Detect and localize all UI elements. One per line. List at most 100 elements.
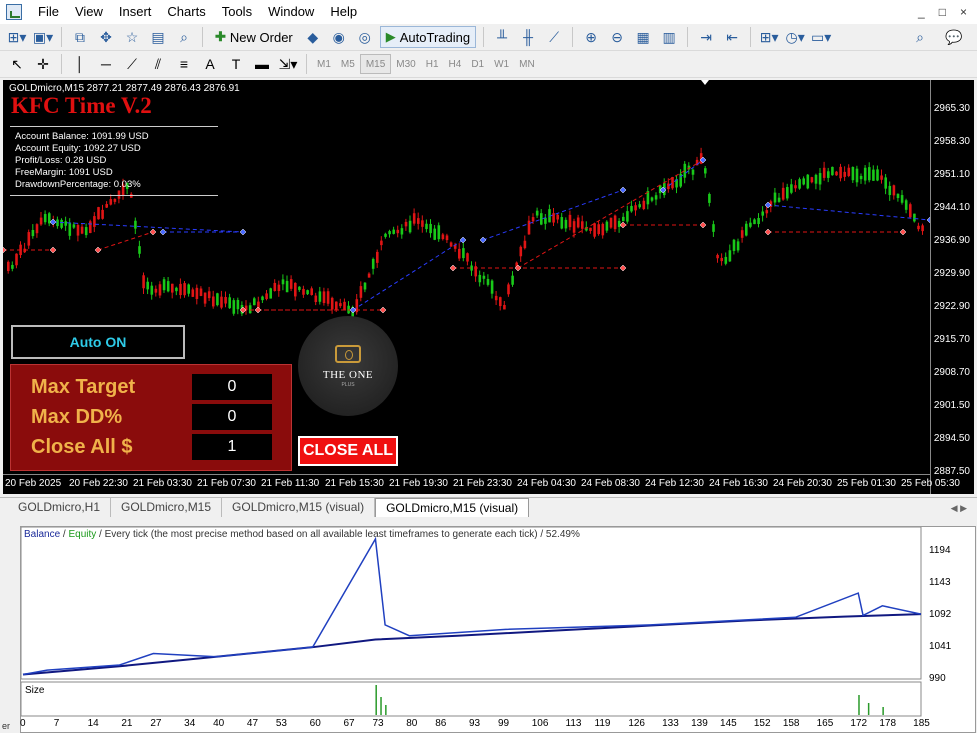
max-dd-input[interactable]: 0	[192, 404, 272, 430]
rectangle-icon[interactable]: ▬	[251, 53, 273, 75]
candle-body	[564, 219, 568, 229]
new-order-button[interactable]: ✚ New Order	[210, 26, 298, 48]
chart-shift-icon[interactable]: ⇤	[721, 26, 743, 48]
data-window-icon[interactable]: ▤	[147, 26, 169, 48]
size-bar	[375, 685, 377, 715]
tab-goldmicro-m15-visual[interactable]: GOLDmicro,M15 (visual)	[222, 498, 376, 517]
label-icon[interactable]: T	[225, 53, 247, 75]
shift-marker-icon[interactable]	[701, 80, 709, 85]
indicators-icon[interactable]: ⊞▾	[758, 26, 780, 48]
candle-body	[339, 303, 342, 307]
chat-icon[interactable]: 💬	[943, 26, 965, 48]
search-icon[interactable]: ⌕	[909, 26, 931, 48]
timeframe-h1[interactable]: H1	[421, 54, 444, 74]
candle-body	[220, 296, 223, 308]
cursor-icon[interactable]: ↖	[6, 53, 28, 75]
menu-file[interactable]: File	[30, 0, 67, 24]
vertical-line-icon[interactable]: │	[69, 53, 91, 75]
tab-goldmicro-h1[interactable]: GOLDmicro,H1	[8, 498, 112, 517]
market-watch-icon[interactable]: ⧉	[69, 26, 91, 48]
channel-icon[interactable]: ⫽	[147, 53, 169, 75]
candle-body	[11, 264, 14, 269]
profiles-icon[interactable]: ▣▾	[32, 26, 54, 48]
auto-scroll-icon[interactable]: ⇥	[695, 26, 717, 48]
close-window-button[interactable]: ×	[960, 5, 967, 19]
price-chart[interactable]: 2965.30 2958.30 2951.10 2944.10 2936.90 2929.…	[3, 80, 974, 494]
menu-window[interactable]: Window	[260, 0, 322, 24]
templates-icon[interactable]: ▭▾	[810, 26, 832, 48]
candle-body	[868, 167, 871, 181]
timeframe-w1[interactable]: W1	[489, 54, 514, 74]
graph-x-label: 158	[782, 718, 800, 729]
zoom-out-icon[interactable]: ⊖	[606, 26, 628, 48]
market-icon[interactable]: ◆	[302, 26, 324, 48]
candle-body	[609, 217, 613, 228]
signals-icon[interactable]: ◉	[328, 26, 350, 48]
candle-body	[441, 234, 445, 240]
menu-help[interactable]: Help	[322, 0, 365, 24]
radio-icon[interactable]: ◎	[354, 26, 376, 48]
maximize-button[interactable]: □	[939, 5, 946, 19]
timeframe-m30[interactable]: M30	[391, 54, 420, 74]
tab-goldmicro-m15-visual-active[interactable]: GOLDmicro,M15 (visual)	[375, 498, 530, 517]
graph-x-label: 21	[121, 718, 133, 729]
candle-body	[740, 230, 744, 238]
sell-trade-line	[97, 231, 154, 251]
timeframe-m1[interactable]: M1	[312, 54, 336, 74]
candle-body	[613, 215, 617, 230]
candle-body	[552, 213, 555, 223]
timeframe-m5[interactable]: M5	[336, 54, 360, 74]
horizontal-line-icon[interactable]: ─	[95, 53, 117, 75]
candle-body	[790, 184, 793, 193]
tab-goldmicro-m15[interactable]: GOLDmicro,M15	[111, 498, 223, 517]
bar-chart-icon[interactable]: ╨	[491, 26, 513, 48]
graph-x-label: 73	[372, 718, 384, 729]
tester-icon[interactable]: ⌕	[173, 26, 195, 48]
grid-icon[interactable]: ▥	[658, 26, 680, 48]
close-all-amount-input[interactable]: 1	[192, 434, 272, 460]
zoom-in-icon[interactable]: ⊕	[580, 26, 602, 48]
auto-toggle-button[interactable]: Auto ON	[11, 325, 185, 359]
candle-body	[380, 240, 383, 246]
candle-body	[642, 200, 646, 210]
drawing-toolbar: ↖ ✛ │ ─ ⟋ ⫽ ≡ A T ▬ ⇲▾ M1 M5 M15 M30 H1 …	[0, 51, 977, 78]
text-icon[interactable]: A	[199, 53, 221, 75]
periods-icon[interactable]: ◷▾	[784, 26, 806, 48]
fibonacci-icon[interactable]: ≡	[173, 53, 195, 75]
menu-tools[interactable]: Tools	[214, 0, 260, 24]
menu-insert[interactable]: Insert	[111, 0, 160, 24]
menu-view[interactable]: View	[67, 0, 111, 24]
autotrading-button[interactable]: ▶ AutoTrading	[379, 26, 477, 48]
risk-panel: Max Target 0 Max DD% 0 Close All $ 1	[10, 364, 292, 471]
max-target-label: Max Target	[31, 376, 136, 398]
new-chart-icon[interactable]: ⊞▾	[6, 26, 28, 48]
candle-body	[162, 279, 166, 291]
tile-windows-icon[interactable]: ▦	[632, 26, 654, 48]
max-target-input[interactable]: 0	[192, 374, 272, 400]
candle-body	[712, 224, 715, 232]
menu-charts[interactable]: Charts	[159, 0, 213, 24]
minimize-button[interactable]: _	[918, 5, 925, 19]
candle-body	[872, 169, 875, 181]
timeframe-h4[interactable]: H4	[444, 54, 467, 74]
graph-y-label: 1143	[929, 577, 951, 588]
candle-body	[97, 207, 100, 220]
size-bar	[380, 697, 382, 715]
timeframe-d1[interactable]: D1	[466, 54, 489, 74]
favorites-icon[interactable]: ☆	[121, 26, 143, 48]
trendline-icon[interactable]: ⟋	[121, 53, 143, 75]
timeframe-m15[interactable]: M15	[359, 54, 392, 74]
navigator-icon[interactable]: ✥	[95, 26, 117, 48]
line-chart-icon[interactable]: ⟋	[543, 26, 565, 48]
toolbar-separator	[687, 27, 689, 47]
candle-body	[326, 291, 330, 304]
close-all-button[interactable]: CLOSE ALL	[298, 436, 398, 466]
timeframe-mn[interactable]: MN	[514, 54, 540, 74]
price-scale[interactable]: 2965.30 2958.30 2951.10 2944.10 2936.90 2929.…	[930, 80, 974, 494]
candle-body	[835, 171, 838, 176]
crosshair-icon[interactable]: ✛	[32, 53, 54, 75]
price-scale-label: 2894.50	[933, 433, 970, 444]
tab-scroll-arrows-icon[interactable]: ◀ ▶	[951, 499, 977, 517]
candle-chart-icon[interactable]: ╫	[517, 26, 539, 48]
arrows-icon[interactable]: ⇲▾	[277, 53, 299, 75]
